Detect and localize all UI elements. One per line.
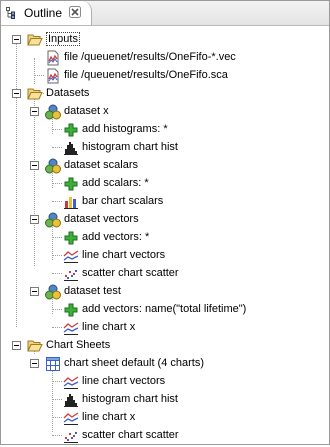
tree-label: line chart vectors [82, 249, 166, 261]
tree-label: line chart x [82, 321, 136, 333]
tree-label: histogram chart hist [82, 141, 178, 153]
vector-file-icon [45, 50, 61, 66]
tree-label: scatter chart scatter [82, 267, 179, 279]
histogram-chart-icon [63, 140, 79, 156]
tree-node-chart[interactable]: bar chart scalars [1, 193, 329, 211]
tree-label: histogram chart hist [82, 393, 178, 405]
line-chart-icon [63, 248, 79, 264]
tree-label: dataset vectors [64, 213, 139, 225]
tree-label: file /queuenet/results/OneFifo-*.vec [64, 51, 236, 63]
tree-label: bar chart scalars [82, 195, 164, 207]
tree-node-chart[interactable]: scatter chart scatter [1, 265, 329, 283]
chart-sheet-icon [45, 356, 61, 372]
tree-node-add[interactable]: add vectors: name("total lifetime") [1, 301, 329, 319]
tree-label: line chart x [82, 411, 136, 423]
dataset-icon [45, 212, 61, 228]
tree-node-dataset[interactable]: dataset x [1, 103, 329, 121]
add-icon [63, 122, 79, 138]
tree-node-chart[interactable]: line chart vectors [1, 373, 329, 391]
tree-node-chart[interactable]: line chart x [1, 319, 329, 337]
tree-node-add[interactable]: add histograms: * [1, 121, 329, 139]
tree-label: chart sheet default (4 charts) [64, 357, 205, 369]
histogram-chart-icon [63, 392, 79, 408]
tree-label: add scalars: * [82, 177, 149, 189]
tree-label: add vectors: name("total lifetime") [82, 303, 247, 315]
tree-label: dataset test [64, 285, 121, 297]
add-icon [63, 302, 79, 318]
tree-node-input-file[interactable]: file /queuenet/results/OneFifo.sca [1, 67, 329, 85]
tree-label: line chart vectors [82, 375, 166, 387]
tree-label: dataset scalars [64, 159, 138, 171]
collapse-toggle[interactable] [30, 359, 39, 368]
collapse-toggle[interactable] [30, 215, 39, 224]
view-tab-bar: Outline [1, 1, 329, 26]
bar-chart-icon [63, 194, 79, 210]
collapse-toggle[interactable] [30, 287, 39, 296]
tree-node-inputs[interactable]: Inputs [1, 31, 329, 49]
scatter-chart-icon [63, 266, 79, 282]
tree-label: file /queuenet/results/OneFifo.sca [64, 69, 228, 81]
tree-node-input-file[interactable]: file /queuenet/results/OneFifo-*.vec [1, 49, 329, 67]
line-chart-icon [63, 320, 79, 336]
add-icon [63, 230, 79, 246]
tree-node-add[interactable]: add vectors: * [1, 229, 329, 247]
collapse-toggle[interactable] [12, 341, 21, 350]
collapse-toggle[interactable] [12, 89, 21, 98]
dataset-icon [45, 158, 61, 174]
tab-outline[interactable]: Outline [1, 1, 92, 25]
tree-label: add vectors: * [82, 231, 150, 243]
tree-node-chart-sheet[interactable]: chart sheet default (4 charts) [1, 355, 329, 373]
tree-label: Inputs [46, 32, 80, 46]
scatter-chart-icon [63, 428, 79, 444]
folder-open-icon [27, 338, 43, 354]
tree-label: scatter chart scatter [82, 429, 179, 441]
tree-label: dataset x [64, 105, 109, 117]
dataset-icon [45, 104, 61, 120]
scalar-file-icon [45, 68, 61, 84]
tree-node-chart[interactable]: line chart vectors [1, 247, 329, 265]
dataset-icon [45, 284, 61, 300]
line-chart-icon [63, 374, 79, 390]
add-icon [63, 176, 79, 192]
collapse-toggle[interactable] [30, 107, 39, 116]
tree-node-dataset[interactable]: dataset scalars [1, 157, 329, 175]
collapse-toggle[interactable] [12, 35, 21, 44]
close-icon[interactable] [69, 6, 81, 18]
tree-label: add histograms: * [82, 123, 168, 135]
collapse-toggle[interactable] [30, 161, 39, 170]
tree-node-dataset[interactable]: dataset vectors [1, 211, 329, 229]
outline-view: Outline Inputs file /queuenet/results/On… [0, 0, 330, 445]
outline-icon [6, 7, 18, 19]
tree-node-datasets[interactable]: Datasets [1, 85, 329, 103]
tree-node-chart-sheets[interactable]: Chart Sheets [1, 337, 329, 355]
tree-node-dataset[interactable]: dataset test [1, 283, 329, 301]
folder-open-icon [27, 32, 43, 48]
tree-label: Chart Sheets [46, 339, 111, 351]
outline-tree: Inputs file /queuenet/results/OneFifo-*.… [1, 26, 329, 444]
tab-title: Outline [24, 6, 63, 20]
tree-node-chart[interactable]: histogram chart hist [1, 139, 329, 157]
tree-node-chart[interactable]: scatter chart scatter [1, 427, 329, 445]
folder-open-icon [27, 86, 43, 102]
tree-node-add[interactable]: add scalars: * [1, 175, 329, 193]
tree-label: Datasets [46, 87, 90, 99]
tree-node-chart[interactable]: line chart x [1, 409, 329, 427]
line-chart-icon [63, 410, 79, 426]
tree-node-chart[interactable]: histogram chart hist [1, 391, 329, 409]
